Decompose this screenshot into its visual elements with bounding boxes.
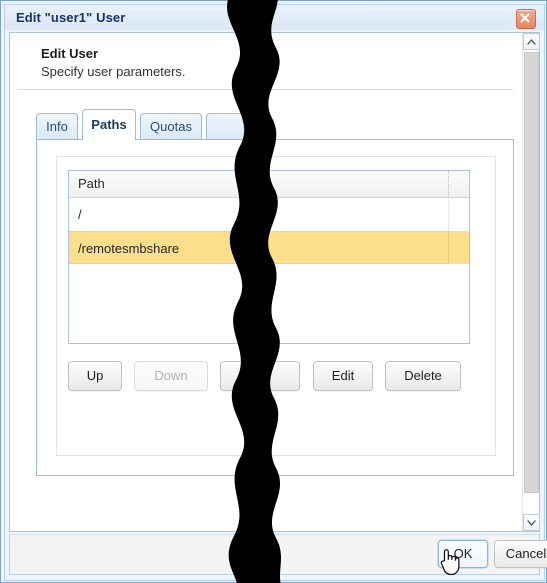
- page-header: Edit User Specify user parameters.: [41, 46, 501, 79]
- paths-grid: Path / /remotesmbshare: [68, 170, 470, 344]
- edit-button[interactable]: Edit: [313, 361, 373, 391]
- scrollbar-thumb[interactable]: [524, 52, 539, 493]
- column-header-path[interactable]: Path: [69, 171, 449, 197]
- occluded-button[interactable]: [220, 361, 300, 391]
- table-row[interactable]: /remotesmbshare: [69, 231, 469, 264]
- tab-strip: Info Paths Quotas: [36, 109, 516, 140]
- dialog-titlebar[interactable]: Edit "user1" User: [5, 5, 544, 30]
- chevron-down-icon[interactable]: [523, 514, 540, 531]
- page-title: Edit User: [41, 46, 99, 61]
- close-icon[interactable]: [516, 9, 536, 29]
- dialog-title: Edit "user1" User: [16, 10, 126, 25]
- table-row[interactable]: /: [69, 198, 469, 231]
- up-button[interactable]: Up: [68, 361, 122, 391]
- dialog-footer: OK Cancel: [9, 534, 547, 575]
- header-divider: [18, 89, 513, 90]
- delete-button[interactable]: Delete: [385, 361, 461, 391]
- tab-paths[interactable]: Paths: [82, 109, 136, 140]
- cancel-button[interactable]: Cancel: [494, 540, 547, 568]
- tab-quotas[interactable]: Quotas: [140, 113, 202, 139]
- cell-path: /remotesmbshare: [69, 231, 449, 264]
- grid-header-row: Path: [69, 171, 469, 198]
- paths-action-buttons: Up Down Edit Delete: [68, 361, 470, 391]
- vertical-scrollbar[interactable]: [522, 33, 540, 531]
- ok-button[interactable]: OK: [438, 540, 488, 568]
- down-button: Down: [134, 361, 208, 391]
- page-subtitle: Specify user parameters.: [41, 64, 186, 79]
- chevron-up-icon[interactable]: [523, 33, 540, 50]
- cell-path: /: [69, 198, 449, 231]
- dialog-scroll-content: Edit User Specify user parameters. Info …: [10, 33, 521, 531]
- tab-occluded[interactable]: [206, 113, 268, 139]
- tab-info[interactable]: Info: [36, 113, 78, 139]
- paths-fieldset: Path / /remotesmbshare Up Down Edit Dele…: [56, 156, 496, 456]
- edit-user-dialog: Edit "user1" User Edit User Specify user…: [0, 0, 547, 583]
- tab-panel-paths: Path / /remotesmbshare Up Down Edit Dele…: [36, 139, 514, 476]
- dialog-content-frame: Edit User Specify user parameters. Info …: [9, 32, 540, 532]
